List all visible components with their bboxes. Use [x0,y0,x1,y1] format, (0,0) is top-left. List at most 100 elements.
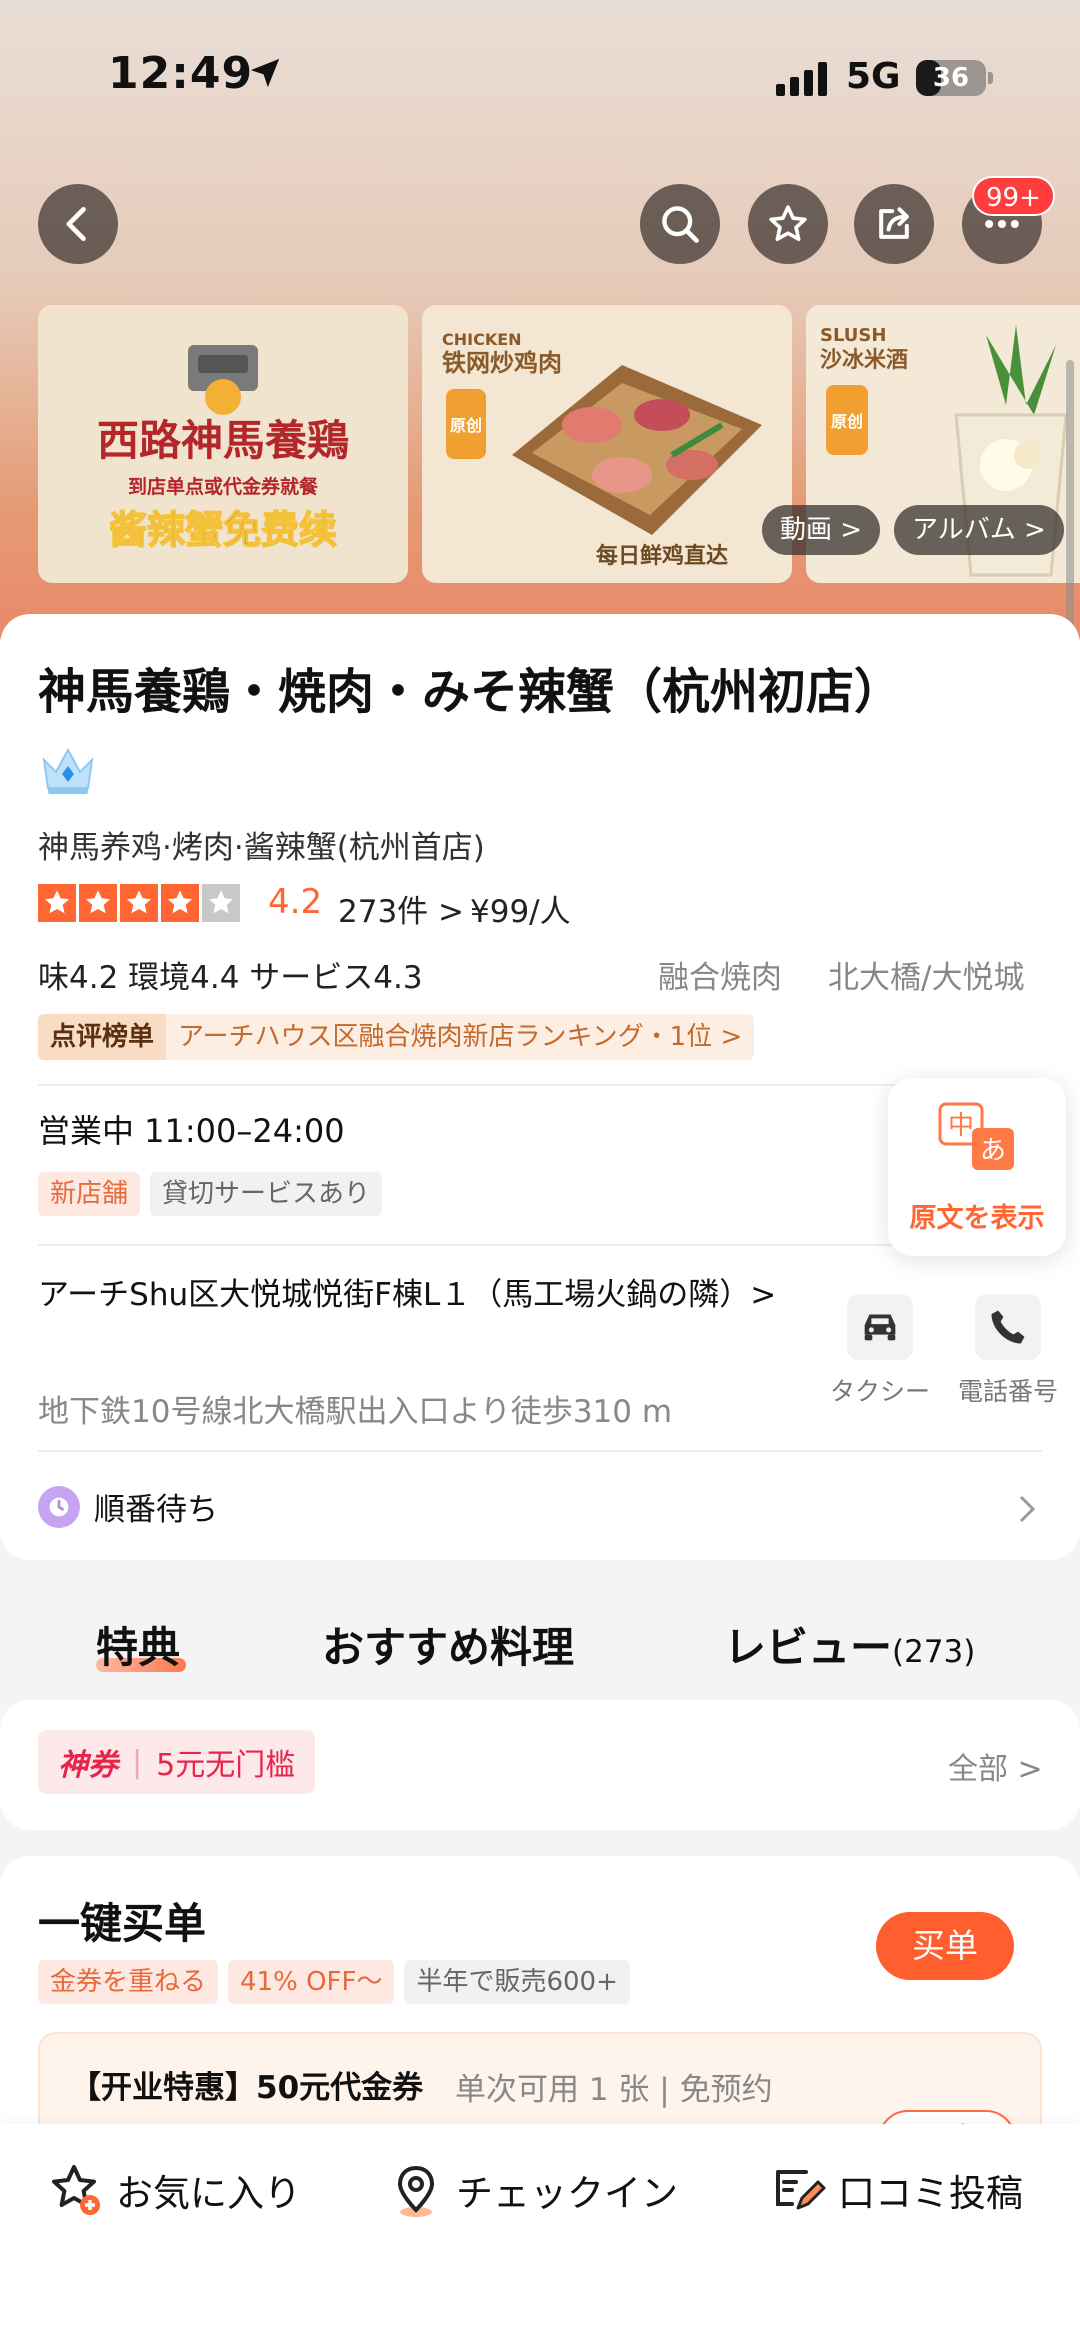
back-button[interactable] [38,184,118,264]
tag-new-shop: 新店舗 [38,1172,141,1216]
shop-address[interactable]: アーチShu区大悦城悦街F棟L１（馬工場火鍋の隣）> [38,1270,778,1320]
clock-icon [38,1485,80,1528]
coupon-brand: 神券 [58,1748,118,1783]
share-button[interactable] [854,184,934,264]
translate-icon: 中 あ [938,1102,1014,1170]
status-bar: 12:49 5G 36 [0,0,1080,150]
taxi-button[interactable]: タクシー [820,1294,940,1408]
drink-cn-text: 沙冰米酒 [820,348,908,373]
tag-stack-coupons: 金券を重ねる [38,1960,219,2004]
coupon-desc: 5元无门槛 [156,1748,296,1783]
phone-label: 電話番号 [957,1377,1058,1406]
battery-icon: 36 [916,60,986,96]
queue-row[interactable]: 順番待ち [38,1484,218,1529]
network-type: 5G [846,56,901,97]
promo-line2-text: 酱辣蟹免费续 [109,508,337,552]
cellular-signal-icon [776,62,827,96]
divider [38,1450,1042,1452]
chicken-cn-text: 铁网炒鸡肉 [442,349,562,377]
coupon-card: 神券 | 5元无门槛 全部 > [0,1700,1080,1830]
chevron-right-icon [1019,1495,1036,1523]
coupon-tag[interactable]: 神券 | 5元无门槛 [38,1730,316,1794]
star-plus-icon [52,2165,100,2215]
battery-level: 36 [932,63,970,93]
star-empty-icon [202,884,240,922]
promo-brand-text: 西路神馬養鶏 [97,416,349,465]
taxi-label: タクシー [829,1377,930,1406]
star-filled-icon [120,884,158,922]
shop-original-name: 神馬养鸡·烤肉·酱辣蟹(杭州首店) [38,830,485,866]
tag-private-room: 貸切サービスあり [150,1172,383,1216]
tag-sales: 半年で販売600+ [404,1960,630,2004]
tab-reviews[interactable]: レビュー(273) [724,1614,975,1675]
section-tabs: 特典 おすすめ料理 レビュー(273) [0,1600,1080,1690]
queue-label: 順番待ち [94,1492,218,1528]
ranking-banner[interactable]: 点评榜单 アーチハウス区融合焼肉新店ランキング・1位 > [38,1014,755,1060]
favorite-label: お気に入り [116,2172,301,2215]
promo-line1-text: 到店单点或代金券就餐 [128,475,319,498]
shop-title: 神馬養鶏・焼肉・みそ辣蟹（杭州初店） [38,664,903,720]
shop-area[interactable]: 北大橋/大悦城 [828,952,1024,997]
coupon-separator: | [132,1744,143,1780]
chicken-bottom-text: 每日鲜鸡直达 [596,543,728,569]
checkin-label: チェックイン [456,2172,678,2215]
coupon-view-all[interactable]: 全部 > [948,1744,1043,1788]
translate-glyph-ja: あ [980,1136,1006,1166]
crown-icon [42,747,94,794]
tab-reviews-count: (273) [892,1634,976,1670]
tab-recommended-dishes[interactable]: おすすめ料理 [322,1614,574,1675]
page-scrollbar[interactable] [1066,360,1074,650]
video-button[interactable]: 動画 > [762,505,881,555]
favorite-button[interactable] [748,184,828,264]
notification-badge: 99+ [972,176,1055,216]
promo-illustration: 西路神馬養鶏 到店单点或代金券就餐 酱辣蟹免费续 [97,345,349,553]
transit-info: 地下鉄10号線北大橋駅出入口より徒歩310 m [38,1394,673,1430]
rating-score: 4.2 [268,882,323,922]
star-filled-icon [79,884,117,922]
share-icon [879,207,909,239]
quick-pay-title: 一键买单 [38,1899,207,1948]
gallery-image-promo[interactable]: 西路神馬養鶏 到店单点或代金券就餐 酱辣蟹免费续 [38,305,408,583]
write-review-label: 口コミ投稿 [838,2172,1023,2215]
tab-reviews-label: レビュー [724,1623,893,1672]
deal-title: 【开业特惠】50元代金券 [70,2070,424,2106]
rating-stars [38,884,240,922]
review-count-link[interactable]: 273件 > [338,886,464,931]
translate-glyph-zh: 中 [948,1111,974,1141]
status-time: 12:49 [108,48,254,99]
pay-button[interactable]: 买单 [876,1912,1014,1980]
write-review-action[interactable]: 口コミ投稿 [770,2162,1023,2218]
deal-meta: 单次可用 1 张 | 免预约 [455,2072,773,2108]
star-filled-icon [38,884,76,922]
translate-label: 原文を表示 [909,1203,1045,1234]
phone-icon [991,1310,1025,1344]
sub-scores: 味4.2 環境4.4 サービス4.3 [38,960,423,996]
chicken-stamp-text: 原创 [450,416,482,435]
location-pin-icon [397,2165,435,2217]
search-button[interactable] [640,184,720,264]
location-arrow-icon [250,58,280,88]
star-icon [769,205,807,242]
album-button[interactable]: アルバム > [894,505,1064,555]
gallery-image-chicken[interactable]: CHICKEN 铁网炒鸡肉 原创 每日鲜鸡直达 [422,305,792,583]
favorite-action[interactable]: お気に入り [48,2162,301,2218]
chicken-en-text: CHICKEN [442,330,522,349]
drink-stamp-text: 原创 [831,412,863,431]
shop-tags: 新店舗 貸切サービスあり [38,1172,383,1216]
tab-perks[interactable]: 特典 [96,1614,180,1675]
chevron-left-icon [66,206,86,242]
quick-pay-tags: 金券を重ねる 41% OFF～ 半年で販売600+ [38,1960,630,2004]
ranking-text: アーチハウス区融合焼肉新店ランキング・1位 > [166,1014,755,1060]
phone-button[interactable]: 電話番号 [948,1294,1068,1408]
search-icon [662,206,699,243]
translate-button[interactable]: 中 あ 原文を表示 [888,1078,1066,1256]
business-hours[interactable]: 営業中 11:00–24:00 [38,1106,345,1152]
bottom-action-bar: お気に入り チェックイン 口コミ投稿 [0,2124,1080,2341]
battery-tip [988,72,993,84]
car-icon [864,1314,896,1341]
ranking-tag: 点评榜单 [38,1014,167,1060]
checkin-action[interactable]: チェックイン [388,2162,678,2218]
tag-discount: 41% OFF～ [228,1960,395,2004]
star-filled-icon [161,884,199,922]
shop-category[interactable]: 融合焼肉 [658,952,782,997]
